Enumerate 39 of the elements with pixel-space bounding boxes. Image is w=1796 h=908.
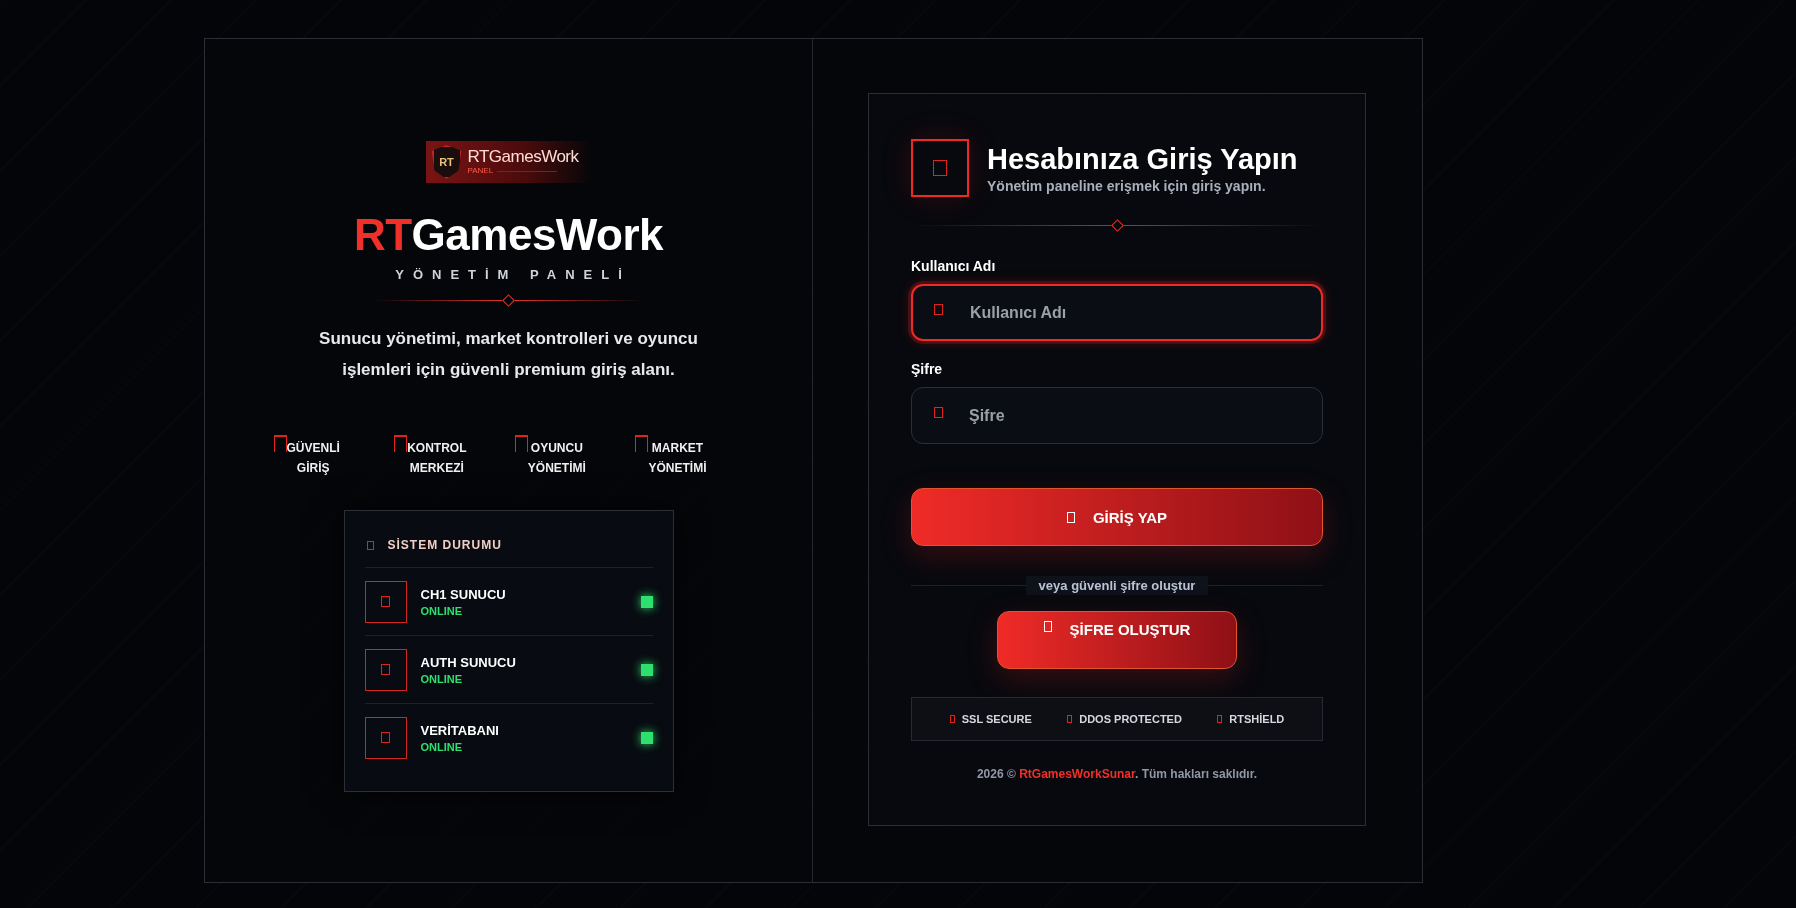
- server-status: ONLINE: [420, 604, 464, 617]
- panel-subtitle: YÖNETİM PANELİ: [394, 267, 631, 282]
- security-label: DDOS PROTECTED: [1079, 713, 1182, 725]
- server-name: AUTH SUNUCU: [420, 654, 517, 670]
- square-icon: [366, 540, 374, 550]
- login-title: Hesabınıza Giriş Yapın: [987, 142, 1298, 176]
- field-label: Kullanıcı Adı: [911, 258, 997, 274]
- logo-subtitle: PANEL: [467, 166, 494, 176]
- copyright-link[interactable]: RtGamesWorkSunar: [1019, 767, 1135, 781]
- field-label: Şifre: [911, 361, 944, 377]
- copyright-text: 2026 © RtGamesWorkSunar. Tüm hakları saklıdır.: [975, 767, 1259, 781]
- feature-label: KONTROL MERKEZİ: [407, 440, 467, 477]
- input-field[interactable]: Şifre: [911, 387, 1323, 444]
- feature-label: OYUNCU YÖNETİMİ: [527, 440, 586, 477]
- login-subtitle: Yönetim paneline erişmek için giriş yapın.: [987, 178, 1267, 194]
- brand-title: RTGamesWork: [353, 209, 664, 261]
- status-title: SİSTEM DURUMU: [387, 538, 502, 552]
- security-label: RTSHİELD: [1229, 713, 1285, 725]
- server-name: CH1 SUNUCU: [420, 586, 507, 602]
- feature-label: GÜVENLİ GİRİŞ: [286, 440, 340, 477]
- square-icon: [1043, 621, 1052, 632]
- input-field[interactable]: Kullanıcı Adı: [911, 284, 1323, 341]
- square-icon: [934, 407, 943, 418]
- feature-label: MARKET YÖNETİMİ: [648, 440, 707, 477]
- separator-text: veya güvenli şifre oluştur: [1025, 576, 1209, 595]
- shield-logo-icon: RT: [431, 145, 462, 179]
- square-icon: [934, 304, 943, 315]
- square-icon: [949, 715, 955, 723]
- square-icon: [1217, 715, 1223, 723]
- logo-name: RTGamesWork: [467, 148, 579, 166]
- square-icon: [1066, 511, 1075, 523]
- square-icon: [1067, 715, 1073, 723]
- server-status: ONLINE: [420, 672, 464, 685]
- login-button[interactable]: GİRİŞ YAP: [911, 488, 1323, 546]
- description: Sunucu yönetimi, market kontrolleri ve oyuncu işlemleri için güvenli premium giriş alanı.: [318, 328, 699, 381]
- create-password-button[interactable]: ŞİFRE OLUŞTUR: [997, 611, 1237, 669]
- server-name: VERİTABANI: [420, 722, 500, 738]
- security-label: SSL SECURE: [961, 713, 1032, 725]
- server-status: ONLINE: [420, 740, 464, 753]
